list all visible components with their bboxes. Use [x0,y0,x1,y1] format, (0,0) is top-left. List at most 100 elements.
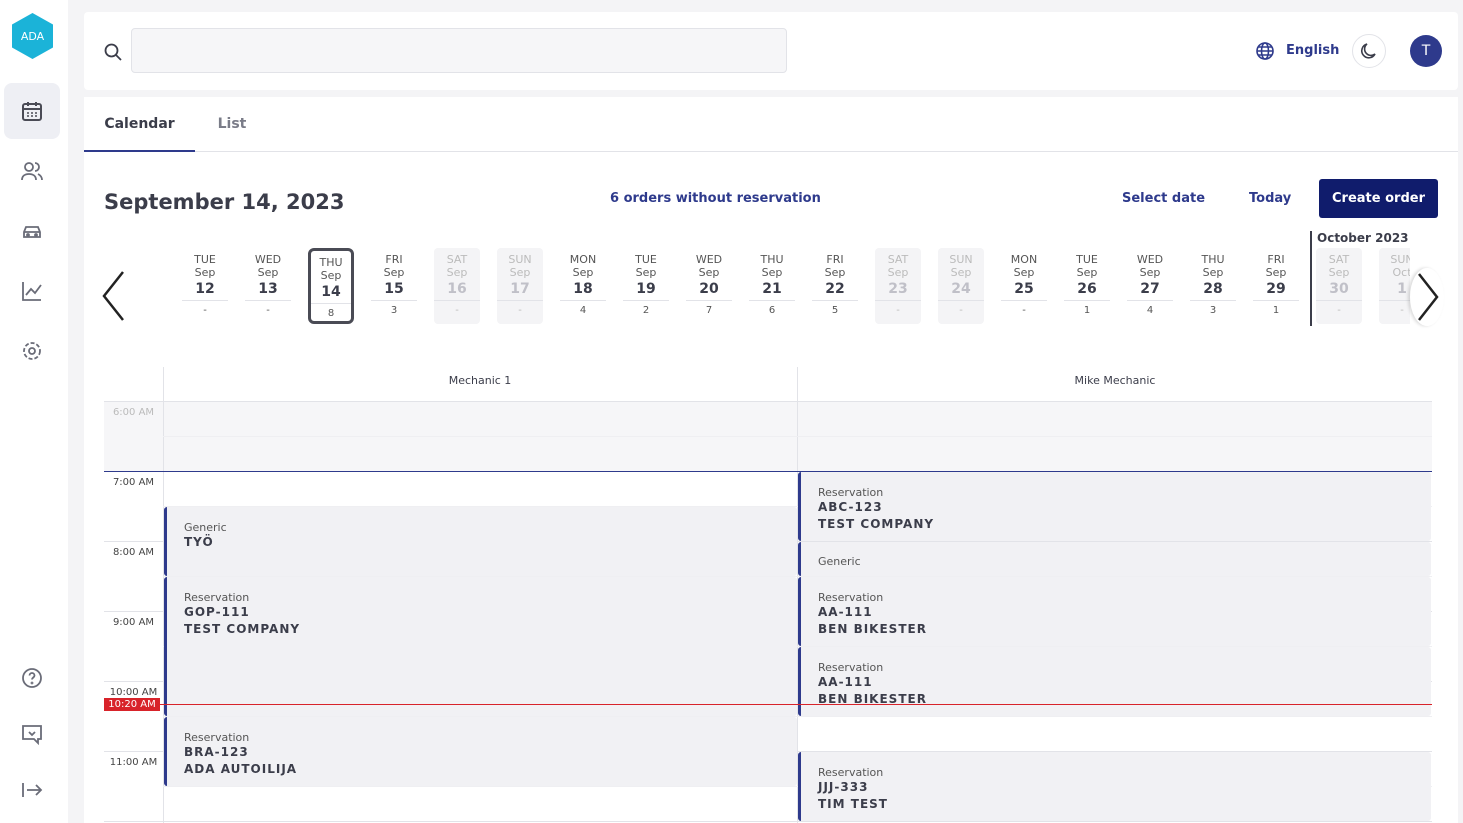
day-number: 14 [311,284,351,304]
day-sep-29[interactable]: FRI Sep 29 1 [1253,248,1299,324]
user-avatar[interactable]: T [1410,35,1442,67]
order-count: 2 [642,305,650,316]
day-sep-27[interactable]: WED Sep 27 4 [1127,248,1173,324]
day-sep-30[interactable]: SAT Sep 30 - [1316,248,1362,324]
nav-help[interactable] [4,650,60,706]
day-sep-26[interactable]: TUE Sep 26 1 [1064,248,1110,324]
weekday: MON [1010,253,1038,266]
calendar-event[interactable]: Generic [798,542,1431,576]
day-sep-16[interactable]: SAT Sep 16 - [434,248,480,324]
order-count: 3 [1209,305,1217,316]
event-plate: AA-111 [818,675,873,689]
weekday: TUE [1076,253,1098,266]
nav-settings[interactable] [4,323,60,379]
day-oct-1[interactable]: SUN Oct 1 - [1379,248,1410,324]
weekday: MON [569,253,597,266]
month: Sep [1265,266,1287,279]
day-sep-20[interactable]: WED Sep 20 7 [686,248,732,324]
month: Sep [572,266,594,279]
order-count: - [1337,305,1341,316]
month: Sep [194,266,216,279]
day-sep-17[interactable]: SUN Sep 17 - [497,248,543,324]
month: Sep [698,266,720,279]
day-number: 16 [434,281,480,301]
weekday: SUN [1390,253,1410,266]
calendar-event[interactable]: Reservation AA-111 BEN BIKESTER [798,577,1431,646]
month: Sep [635,266,657,279]
current-time-badge: 10:20 AM [104,698,160,712]
grid-line [163,436,1432,437]
event-type: Reservation [818,486,884,499]
day-number: 27 [1127,281,1173,301]
weekday: WED [1136,253,1164,266]
calendar-event[interactable]: Reservation BRA-123 ADA AUTOILIJA [164,717,797,786]
grid-line [104,401,1432,402]
day-sep-28[interactable]: THU Sep 28 3 [1190,248,1236,324]
nav-feedback[interactable] [4,706,60,762]
calendar-event[interactable]: Reservation ABC-123 TEST COMPANY [798,472,1431,541]
month: Oct [1392,266,1410,279]
order-count: 4 [1146,305,1154,316]
nav-reports[interactable] [4,263,60,319]
chart-icon [22,282,42,301]
day-number: 29 [1253,281,1299,301]
nav-customers[interactable] [4,143,60,199]
day-sep-14[interactable]: THU Sep 14 8 [308,248,354,324]
event-customer: TIM TEST [818,797,888,811]
day-sep-13[interactable]: WED Sep 13 - [245,248,291,324]
calendar-event[interactable]: Reservation GOP-111 TEST COMPANY [164,577,797,716]
day-sep-23[interactable]: SAT Sep 23 - [875,248,921,324]
day-sep-22[interactable]: FRI Sep 22 5 [812,248,858,324]
calendar-event[interactable]: Generic TYÖ [164,507,797,576]
grid-line [104,821,1432,822]
month: Sep [320,269,342,282]
event-plate: GOP-111 [184,605,250,619]
time-label: 9:00 AM [112,617,155,628]
nav-logout[interactable] [4,762,60,818]
day-number: 20 [686,281,732,301]
calendar-event[interactable]: Reservation JJJ-333 TIM TEST [798,752,1431,821]
prev-days-arrow-icon[interactable] [100,270,126,322]
day-sep-21[interactable]: THU Sep 21 6 [749,248,795,324]
month: Sep [446,266,468,279]
ada-logo[interactable]: ADA [12,13,53,59]
month: Sep [1076,266,1098,279]
order-count: - [203,305,207,316]
month: Sep [383,266,405,279]
weekday: WED [695,253,723,266]
next-days-button[interactable] [1410,268,1444,326]
weekday: TUE [635,253,657,266]
month-label: October 2023 [1317,231,1409,245]
order-count: 5 [831,305,839,316]
order-count: 1 [1272,305,1280,316]
day-sep-24[interactable]: SUN Sep 24 - [938,248,984,324]
event-customer: TEST COMPANY [818,517,935,531]
day-sep-25[interactable]: MON Sep 25 - [1001,248,1047,324]
month: Sep [1328,266,1350,279]
nav-vehicles[interactable] [4,203,60,259]
month: Sep [1202,266,1224,279]
event-customer: BEN BIKESTER [818,692,927,706]
day-sep-15[interactable]: FRI Sep 15 3 [371,248,417,324]
event-type: Generic [184,521,227,534]
month: Sep [257,266,279,279]
day-sep-19[interactable]: TUE Sep 19 2 [623,248,669,324]
day-number: 13 [245,281,291,301]
order-count: - [1400,305,1404,316]
day-sep-12[interactable]: TUE Sep 12 - [182,248,228,324]
event-customer: TEST COMPANY [184,622,301,636]
weekday: FRI [1267,253,1285,266]
calendar-event[interactable]: Reservation AA-111 BEN BIKESTER [798,647,1431,716]
weekday: FRI [826,253,844,266]
weekday: SUN [508,253,532,266]
day-number: 22 [812,281,858,301]
order-count: - [455,305,459,316]
month: Sep [1139,266,1161,279]
nav-calendar[interactable] [4,83,60,139]
current-time-line [160,704,1432,706]
event-plate: ABC-123 [818,500,883,514]
order-count: - [896,305,900,316]
event-customer: BEN BIKESTER [818,622,927,636]
day-sep-18[interactable]: MON Sep 18 4 [560,248,606,324]
month: Sep [950,266,972,279]
